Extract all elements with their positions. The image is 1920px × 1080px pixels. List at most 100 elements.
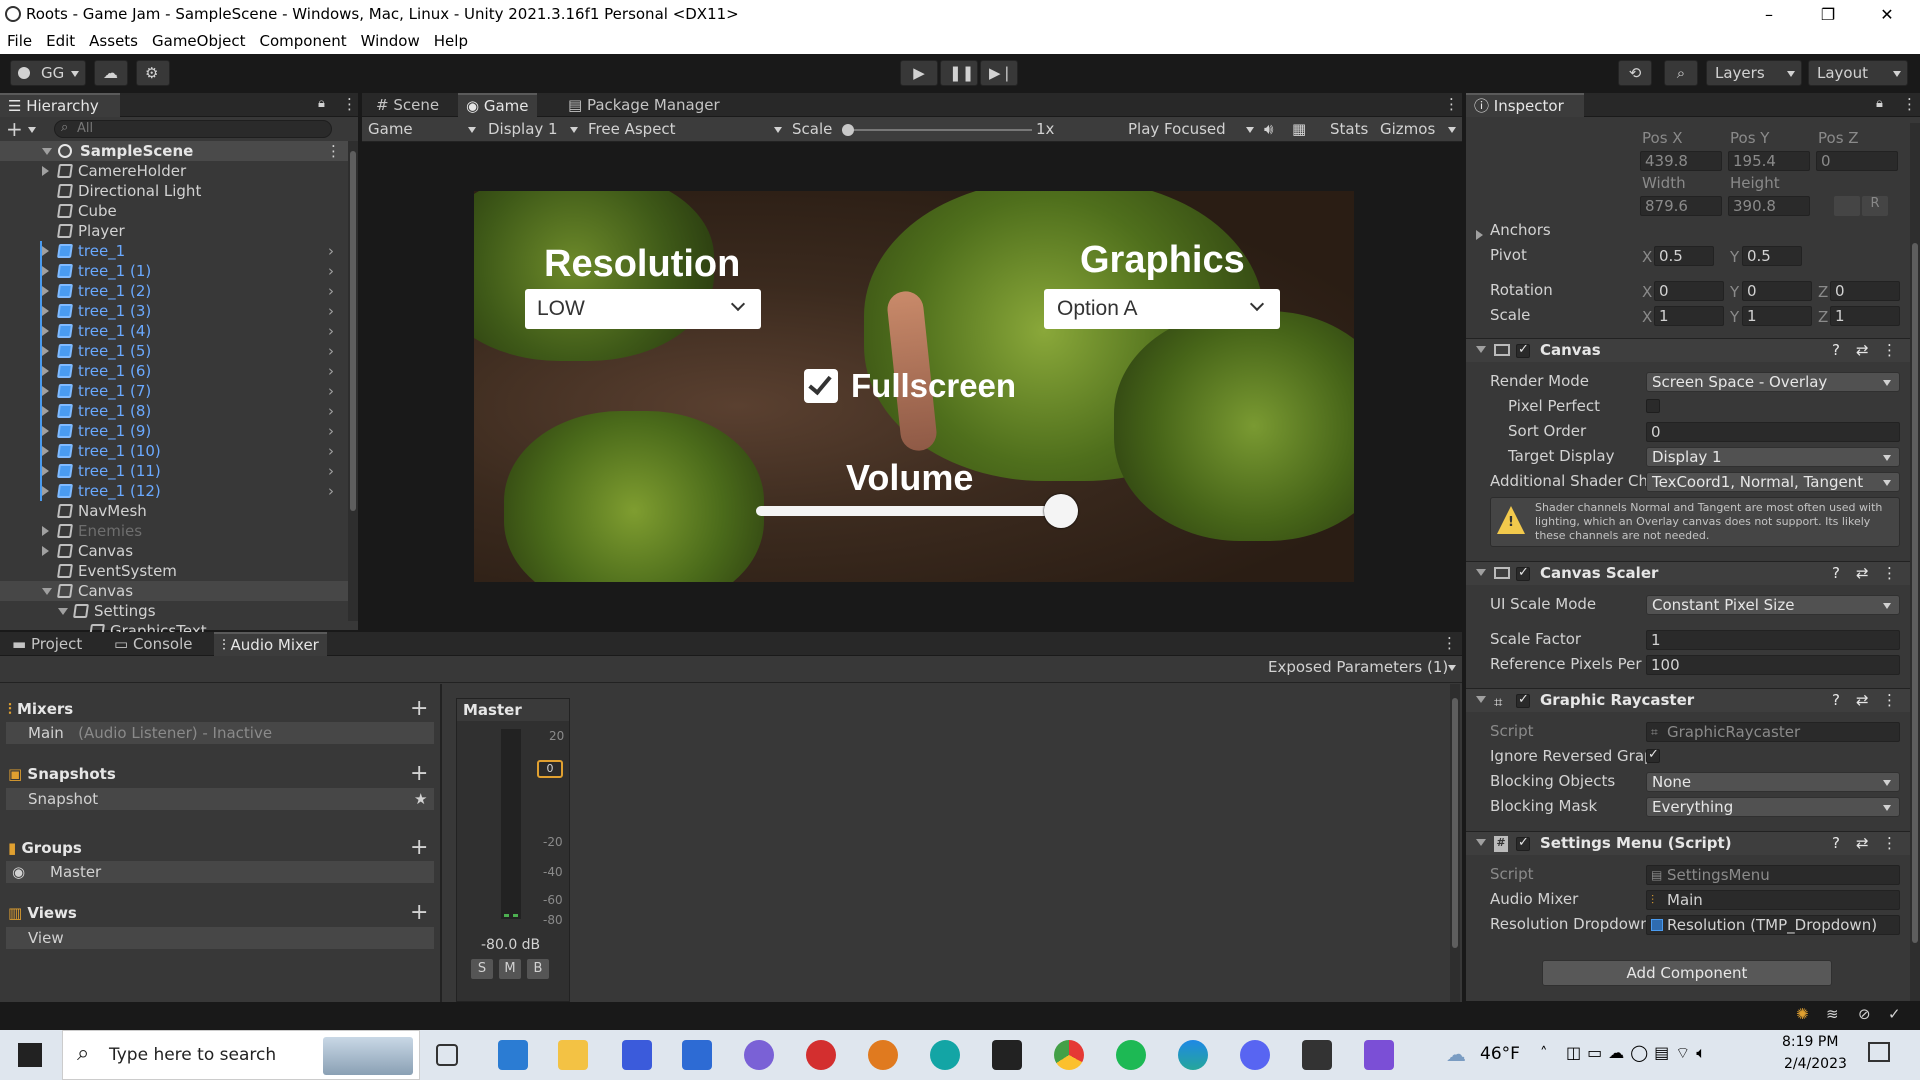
chevron-up-icon[interactable]: ˄ xyxy=(1540,1044,1548,1062)
chevron-right-icon[interactable] xyxy=(42,446,49,456)
raycaster-script-field[interactable]: ⌗ GraphicRaycaster xyxy=(1646,722,1900,742)
more-icon[interactable]: ⋮ xyxy=(326,141,341,161)
add-component-button[interactable]: Add Component xyxy=(1542,960,1832,986)
prefab-open-icon[interactable]: › xyxy=(328,241,334,261)
chevron-right-icon[interactable] xyxy=(42,326,49,336)
resolution-dropdown-field[interactable]: Resolution (TMP_Dropdown) xyxy=(1646,915,1900,935)
rot-y-field[interactable]: 0 xyxy=(1742,281,1812,301)
bypass-button[interactable]: B xyxy=(527,959,549,979)
chevron-right-icon[interactable] xyxy=(42,426,49,436)
hierarchy-item[interactable]: tree_1 (6) › xyxy=(0,361,350,381)
vs-code-icon[interactable] xyxy=(622,1040,652,1070)
hierarchy-item[interactable]: tree_1 (8) › xyxy=(0,401,350,421)
file-explorer-icon[interactable] xyxy=(558,1040,588,1070)
edge-icon[interactable] xyxy=(1178,1040,1208,1070)
lighting-icon[interactable]: ✺ xyxy=(1796,1005,1809,1023)
lock-icon[interactable]: 🔒︎ xyxy=(318,96,325,111)
add-snapshot-button[interactable]: + xyxy=(410,763,428,785)
hierarchy-item[interactable]: tree_1 (5) › xyxy=(0,341,350,361)
prefab-open-icon[interactable]: › xyxy=(328,261,334,281)
tab-project[interactable]: ▬ Project xyxy=(4,632,90,656)
scale-z-field[interactable]: 1 xyxy=(1830,306,1900,326)
prefab-open-icon[interactable]: › xyxy=(328,441,334,461)
tab-console[interactable]: ▭ Console xyxy=(106,632,201,656)
hierarchy-item[interactable]: Cube xyxy=(0,201,350,221)
tab-game[interactable]: ◉ Game xyxy=(458,93,537,117)
prefab-open-icon[interactable]: › xyxy=(328,481,334,501)
fruity-loops-icon[interactable] xyxy=(868,1040,898,1070)
master-channel-strip[interactable]: Master 20 0 -20 -40 -60 -80 -80.0 dB S M… xyxy=(456,698,570,1002)
menu-file[interactable]: File xyxy=(0,30,39,50)
game-view[interactable]: Resolution LOW Graphics Option A Fullscr… xyxy=(474,191,1354,582)
scale-slider[interactable] xyxy=(842,124,1032,136)
mail-icon[interactable] xyxy=(498,1040,528,1070)
chevron-right-icon[interactable] xyxy=(42,526,49,536)
arduino-icon[interactable] xyxy=(930,1040,960,1070)
chrome-icon[interactable] xyxy=(1054,1040,1084,1070)
hierarchy-item[interactable]: tree_1 (1) › xyxy=(0,261,350,281)
hierarchy-item[interactable]: tree_1 (3) › xyxy=(0,301,350,321)
target-display-dropdown[interactable]: Display 1 xyxy=(1646,447,1900,467)
prefab-open-icon[interactable]: › xyxy=(328,321,334,341)
copilot-icon[interactable] xyxy=(744,1040,774,1070)
hierarchy-item[interactable]: tree_1 (7) › xyxy=(0,381,350,401)
layout-dropdown[interactable]: Layout xyxy=(1808,60,1908,86)
gizmos-dropdown[interactable]: Gizmos xyxy=(1380,120,1460,138)
canvas-scaler-header[interactable]: Canvas Scaler ? ⇄ ⋮ xyxy=(1466,561,1920,585)
width-field[interactable]: 879.6 xyxy=(1640,196,1722,216)
hierarchy-item[interactable]: Canvas xyxy=(0,581,350,601)
menu-help[interactable]: Help xyxy=(427,30,475,50)
mixer-item-main[interactable]: Main (Audio Listener) - Inactive xyxy=(6,722,434,744)
reference-pixels-field[interactable]: 100 xyxy=(1646,655,1900,675)
help-icon[interactable]: ? xyxy=(1832,691,1840,709)
pos-y-field[interactable]: 195.4 xyxy=(1728,151,1810,171)
hierarchy-search-input[interactable]: ⌕ All xyxy=(54,120,332,138)
scale-slider-thumb[interactable] xyxy=(842,124,854,136)
add-view-button[interactable]: + xyxy=(410,902,428,924)
pos-z-field[interactable]: 0 xyxy=(1816,151,1898,171)
history-button[interactable]: ⟲ xyxy=(1618,60,1652,86)
hierarchy-item[interactable]: tree_1 (12) › xyxy=(0,481,350,501)
hierarchy-item[interactable]: tree_1 (10) › xyxy=(0,441,350,461)
blocking-mask-dropdown[interactable]: Everything xyxy=(1646,797,1900,817)
canvas-component-header[interactable]: Canvas ? ⇄ ⋮ xyxy=(1466,338,1920,362)
notifications-icon[interactable] xyxy=(1868,1042,1890,1062)
anchors-label[interactable]: Anchors xyxy=(1490,221,1551,239)
grid-toggle-icon[interactable]: ▦ xyxy=(1292,120,1306,138)
hierarchy-item[interactable]: tree_1 › xyxy=(0,241,350,261)
scene-row[interactable]: SampleScene ⋮ xyxy=(0,141,350,161)
hierarchy-scrollbar[interactable] xyxy=(348,141,358,621)
inspector-scrollbar[interactable] xyxy=(1910,123,1920,1001)
chevron-right-icon[interactable] xyxy=(42,366,49,376)
raw-edit-icon[interactable]: R xyxy=(1862,196,1888,216)
display-dropdown[interactable]: Display 1 xyxy=(488,120,578,138)
exposed-parameters-dropdown[interactable]: Exposed Parameters (1) xyxy=(1268,658,1458,678)
task-view-icon[interactable] xyxy=(436,1044,458,1066)
view-item[interactable]: View xyxy=(6,927,434,949)
scale-x-field[interactable]: 1 xyxy=(1654,306,1724,326)
prefab-open-icon[interactable]: › xyxy=(328,401,334,421)
sort-order-field[interactable]: 0 xyxy=(1646,422,1900,442)
network-icon[interactable]: ⊘ xyxy=(1858,1005,1871,1023)
menu-component[interactable]: Component xyxy=(253,30,354,50)
game-mode-dropdown[interactable]: Game xyxy=(368,120,478,138)
help-icon[interactable]: ? xyxy=(1832,564,1840,582)
collab-button[interactable]: ⚙ xyxy=(136,60,170,86)
audio-mixer-field[interactable]: ⫶ Main xyxy=(1646,890,1900,910)
graphic-raycaster-header[interactable]: ⌗ Graphic Raycaster ? ⇄ ⋮ xyxy=(1466,688,1920,712)
mixer-scrollbar[interactable] xyxy=(1450,684,1460,1002)
hierarchy-item[interactable]: Canvas xyxy=(0,541,350,561)
chevron-down-icon[interactable] xyxy=(58,608,68,615)
solo-button[interactable]: S xyxy=(471,959,493,979)
tab-scene[interactable]: # Scene xyxy=(368,93,447,117)
play-focused-dropdown[interactable]: Play Focused xyxy=(1128,120,1254,138)
hierarchy-item[interactable]: CamereHolder xyxy=(0,161,350,181)
group-item-master[interactable]: ◉ Master xyxy=(6,861,434,883)
mute-button[interactable]: M xyxy=(499,959,521,979)
fullscreen-checkbox[interactable] xyxy=(804,369,838,403)
clock-date[interactable]: 2/4/2023 xyxy=(1784,1056,1847,1072)
chevron-right-icon[interactable] xyxy=(42,546,49,556)
graphics-dropdown[interactable]: Option A xyxy=(1044,289,1280,329)
settings-script-field[interactable]: ▤ SettingsMenu xyxy=(1646,865,1900,885)
prefab-open-icon[interactable]: › xyxy=(328,421,334,441)
